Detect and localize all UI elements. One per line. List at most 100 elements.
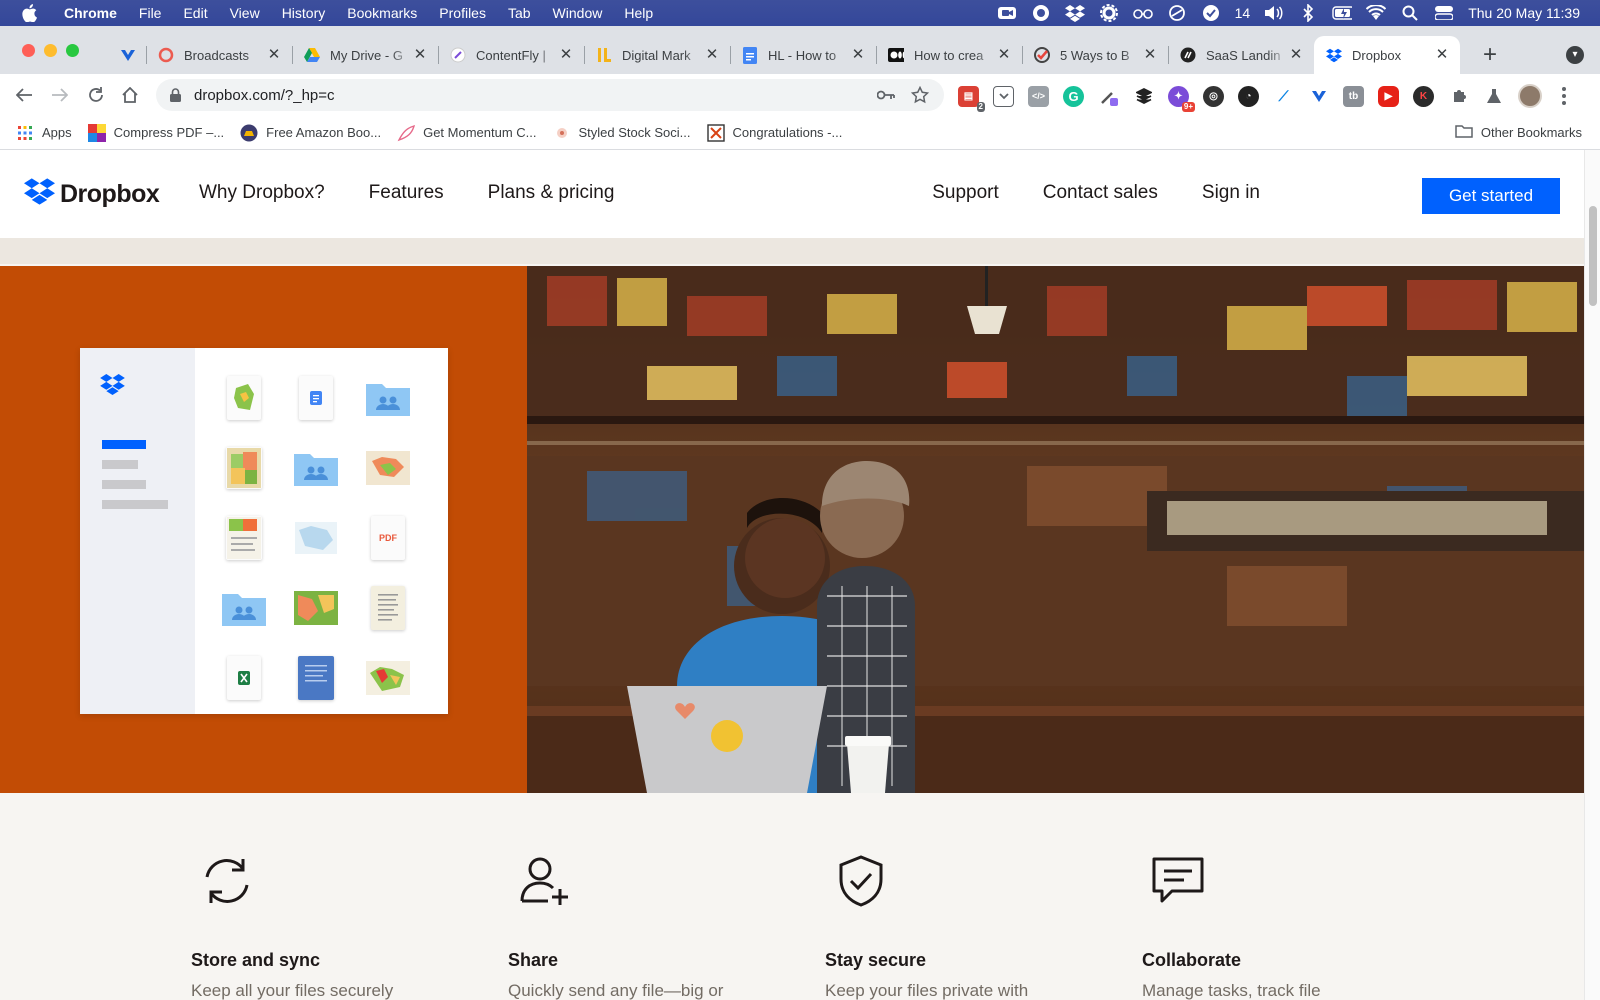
bookmark-styled-stock[interactable]: Styled Stock Soci... <box>553 124 691 142</box>
check-badge-icon[interactable] <box>1201 4 1221 22</box>
tab-pinned[interactable] <box>110 36 146 74</box>
chrome-menu-icon[interactable] <box>1562 87 1566 105</box>
tab-broadcasts[interactable]: Broadcasts ✕ <box>146 36 292 74</box>
nav-why-dropbox[interactable]: Why Dropbox? <box>199 182 325 204</box>
bookmark-other-bookmarks[interactable]: Other Bookmarks <box>1455 124 1582 141</box>
bookmark-star-icon[interactable] <box>910 85 930 105</box>
close-window-button[interactable] <box>22 44 35 57</box>
code-extension-icon[interactable]: </> <box>1028 85 1049 107</box>
flask-extension-icon[interactable] <box>1483 85 1504 107</box>
minimize-window-button[interactable] <box>44 44 57 57</box>
close-tab-icon[interactable]: ✕ <box>558 47 574 63</box>
menu-app-name[interactable]: Chrome <box>64 5 117 21</box>
forward-arrow-icon[interactable] <box>48 83 72 107</box>
youtube-extension-icon[interactable]: ▶ <box>1378 85 1399 107</box>
close-tab-icon[interactable]: ✕ <box>1434 47 1450 63</box>
close-tab-icon[interactable]: ✕ <box>996 47 1012 63</box>
bookmark-congratulations[interactable]: Congratulations -... <box>706 123 842 142</box>
key-icon[interactable] <box>876 85 896 105</box>
record-icon[interactable] <box>1031 4 1051 22</box>
close-tab-icon[interactable]: ✕ <box>1288 47 1304 63</box>
menu-window[interactable]: Window <box>553 5 603 21</box>
glasses-icon[interactable] <box>1132 4 1153 22</box>
dropbox-logo[interactable]: Dropbox <box>24 178 160 210</box>
feather-icon <box>397 124 416 142</box>
vimeo-v-icon <box>120 47 136 63</box>
bookmark-free-amazon-books[interactable]: Free Amazon Boo... <box>240 124 381 142</box>
menu-help[interactable]: Help <box>624 5 653 21</box>
new-tab-button[interactable]: + <box>1476 42 1504 70</box>
dropbox-status-icon[interactable] <box>1064 4 1085 22</box>
page-scrollbar[interactable] <box>1584 150 1600 1000</box>
close-tab-icon[interactable]: ✕ <box>1142 47 1158 63</box>
puzzle-extensions-icon[interactable] <box>1448 85 1469 107</box>
pocket-extension-icon[interactable] <box>993 85 1014 107</box>
nav-sign-in[interactable]: Sign in <box>1202 182 1260 204</box>
get-started-button[interactable]: Get started <box>1422 178 1560 214</box>
close-tab-icon[interactable]: ✕ <box>412 47 428 63</box>
tab-contentfly[interactable]: ContentFly | ✕ <box>438 36 584 74</box>
wifi-icon[interactable] <box>1366 4 1387 22</box>
close-tab-icon[interactable]: ✕ <box>266 47 282 63</box>
url-text[interactable]: dropbox.com/?_hp=c <box>194 87 876 104</box>
eyedropper-extension-icon[interactable] <box>1098 85 1119 107</box>
tab-digital-marketing[interactable]: Digital Mark ✕ <box>584 36 730 74</box>
nav-features[interactable]: Features <box>369 182 444 204</box>
close-tab-icon[interactable]: ✕ <box>850 47 866 63</box>
spotlight-search-icon[interactable] <box>1400 4 1420 22</box>
volume-icon[interactable] <box>1264 4 1284 22</box>
control-center-icon[interactable] <box>1434 4 1454 22</box>
nav-support[interactable]: Support <box>932 182 999 204</box>
nav-plans-pricing[interactable]: Plans & pricing <box>488 182 615 204</box>
feature-title: Store and sync <box>191 950 321 970</box>
address-bar[interactable]: dropbox.com/?_hp=c <box>156 79 944 111</box>
tab-dropbox[interactable]: Dropbox ✕ <box>1314 36 1460 74</box>
tab-my-drive[interactable]: My Drive - G ✕ <box>292 36 438 74</box>
apple-icon[interactable] <box>22 4 42 22</box>
menu-history[interactable]: History <box>282 5 326 21</box>
reload-icon[interactable] <box>84 83 108 107</box>
x-box-icon <box>706 123 725 142</box>
back-arrow-icon[interactable] <box>12 83 36 107</box>
scrollbar-thumb[interactable] <box>1589 206 1597 306</box>
buffer-extension-icon[interactable] <box>1133 85 1154 107</box>
check-icon <box>1034 47 1050 63</box>
nav-contact-sales[interactable]: Contact sales <box>1043 182 1158 204</box>
gear-status-icon[interactable] <box>1099 4 1119 22</box>
tab-search-icon[interactable]: ▾ <box>1566 46 1584 64</box>
menu-edit[interactable]: Edit <box>183 5 207 21</box>
profile-avatar[interactable] <box>1518 84 1542 108</box>
menu-profiles[interactable]: Profiles <box>439 5 486 21</box>
chart-extension-icon[interactable]: ◔ <box>1238 85 1259 107</box>
fullscreen-window-button[interactable] <box>66 44 79 57</box>
tab-5-ways[interactable]: 5 Ways to B ✕ <box>1022 36 1168 74</box>
todoist-extension-icon[interactable]: ▤ 2 <box>958 85 985 112</box>
notification-extension-icon[interactable]: ✦ 9+ <box>1168 85 1195 112</box>
close-tab-icon[interactable]: ✕ <box>704 47 720 63</box>
tab-hl-how-to[interactable]: HL - How to ✕ <box>730 36 876 74</box>
tb-extension-icon[interactable]: tb <box>1343 85 1364 107</box>
k-extension-icon[interactable]: K <box>1413 85 1434 107</box>
home-icon[interactable] <box>118 83 142 107</box>
menu-file[interactable]: File <box>139 5 162 21</box>
globe-extension-icon[interactable]: ◎ <box>1203 85 1224 107</box>
menu-view[interactable]: View <box>230 5 260 21</box>
wave-extension-icon[interactable]: ⟋ <box>1273 85 1294 107</box>
bookmark-compress-pdf[interactable]: Compress PDF –... <box>87 123 224 142</box>
vimeo-extension-icon[interactable] <box>1308 85 1329 107</box>
battery-icon[interactable] <box>1332 4 1353 22</box>
bookmark-get-momentum[interactable]: Get Momentum C... <box>397 124 537 142</box>
tab-how-to-create[interactable]: How to crea ✕ <box>876 36 1022 74</box>
grammarly-extension-icon[interactable]: G <box>1063 85 1084 107</box>
focus-icon[interactable] <box>1167 4 1187 22</box>
bluetooth-icon[interactable] <box>1298 4 1318 22</box>
menu-bookmarks[interactable]: Bookmarks <box>347 5 417 21</box>
zoom-icon[interactable] <box>997 4 1017 22</box>
feature-description: Keep all your files securely <box>191 981 394 1000</box>
bookmark-apps[interactable]: Apps <box>16 124 72 142</box>
tab-saas-landing[interactable]: SaaS Landin ✕ <box>1168 36 1314 74</box>
lock-icon[interactable] <box>170 88 182 102</box>
menu-tab[interactable]: Tab <box>508 5 531 21</box>
tab-title: HL - How to <box>768 47 837 63</box>
menubar-clock[interactable]: Thu 20 May 11:39 <box>1468 5 1580 21</box>
